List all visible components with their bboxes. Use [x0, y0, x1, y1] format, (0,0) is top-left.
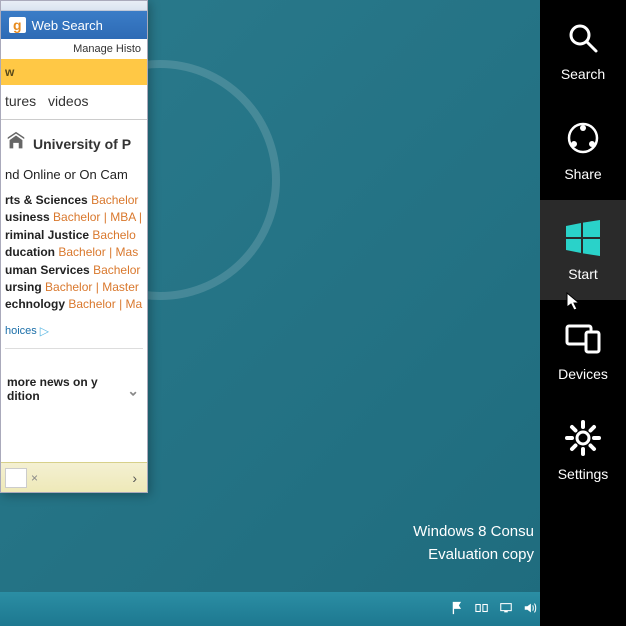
taskbar[interactable]	[0, 592, 545, 626]
browser-titlebar[interactable]	[1, 1, 147, 11]
charm-start[interactable]: Start	[540, 200, 626, 300]
charm-share[interactable]: Share	[540, 100, 626, 200]
power-icon[interactable]	[475, 601, 489, 618]
manage-history-link[interactable]: Manage Histo	[1, 39, 147, 59]
tab-tures[interactable]: tures	[5, 93, 36, 109]
program-row: echnology Bachelor | Ma	[5, 296, 143, 313]
program-row: ducation Bachelor | Mas	[5, 244, 143, 261]
start-icon	[563, 218, 603, 258]
windows-watermark: Windows 8 Consu Evaluation copy	[413, 521, 534, 566]
status-blank	[5, 468, 27, 488]
share-icon	[563, 118, 603, 158]
program-row: ursing Bachelor | Master	[5, 279, 143, 296]
yellow-bar: w	[1, 59, 147, 85]
bing-logo-fragment: g	[9, 17, 26, 33]
browser-status-bar: × ›	[1, 462, 147, 492]
search-icon	[563, 18, 603, 58]
adchoices-link[interactable]: hoices ▷	[1, 318, 147, 344]
program-row: riminal Justice Bachelo	[5, 227, 143, 244]
adchoices-icon: ▷	[40, 324, 49, 338]
network-icon[interactable]	[499, 601, 513, 618]
web-search-label: Web Search	[32, 18, 103, 33]
system-tray	[451, 592, 537, 626]
online-campus-text: nd Online or On Cam	[1, 161, 147, 188]
flag-icon[interactable]	[451, 601, 465, 618]
browser-window: g Web Search Manage Histo w tures videos…	[0, 0, 148, 493]
university-ad-header[interactable]: University of P	[1, 120, 147, 161]
web-search-tab[interactable]: g Web Search	[1, 11, 147, 39]
charm-search[interactable]: Search	[540, 0, 626, 100]
program-row: rts & Sciences Bachelor	[5, 192, 143, 209]
program-row: uman Services Bachelor	[5, 262, 143, 279]
close-icon[interactable]: ×	[31, 471, 38, 485]
programs-list: rts & Sciences Bachelor usiness Bachelor…	[1, 188, 147, 318]
nav-tabs: tures videos	[1, 85, 147, 120]
news-promo[interactable]: x	[5, 348, 143, 371]
gear-icon	[563, 418, 603, 458]
charms-bar: Search Share Start Devices Settings	[540, 0, 626, 626]
university-logo-icon	[5, 130, 27, 157]
program-row: usiness Bachelor | MBA |	[5, 209, 143, 226]
chevron-down-icon[interactable]: ⌄	[127, 382, 139, 399]
university-name: University of P	[33, 136, 131, 152]
devices-icon	[563, 318, 603, 358]
chevron-right-icon[interactable]: ›	[132, 470, 137, 486]
charm-devices[interactable]: Devices	[540, 300, 626, 400]
tab-videos[interactable]: videos	[48, 93, 88, 109]
volume-icon[interactable]	[523, 601, 537, 618]
news-text: more news on y dition ⌄	[5, 375, 143, 407]
charm-settings[interactable]: Settings	[540, 400, 626, 500]
